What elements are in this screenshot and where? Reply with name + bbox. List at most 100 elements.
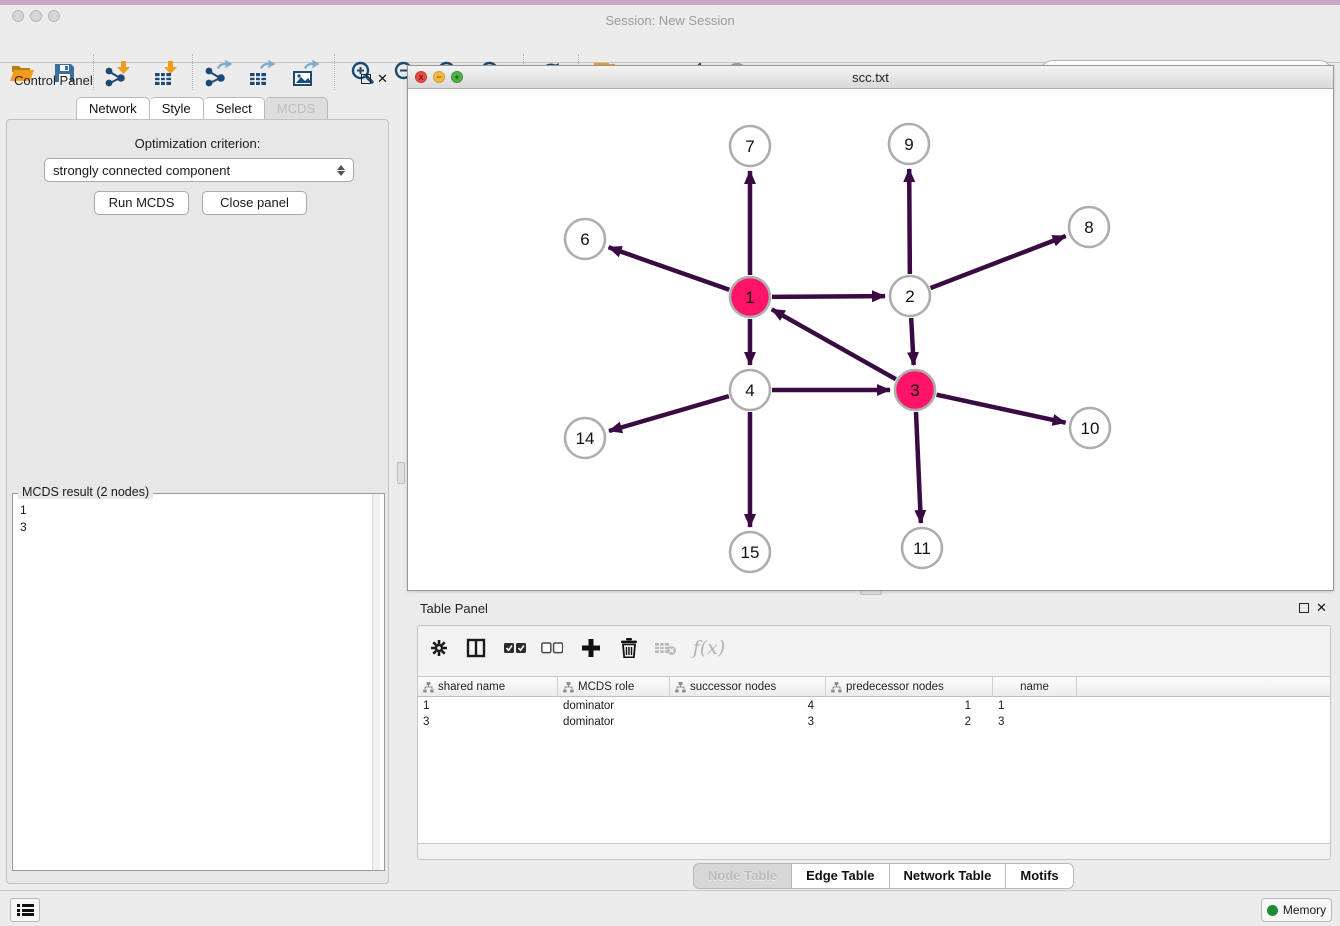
float-panel-icon[interactable] <box>361 74 371 84</box>
graph-node-label-10: 10 <box>1081 419 1100 438</box>
tab-select[interactable]: Select <box>204 97 265 121</box>
table-panel-title: Table Panel <box>420 601 488 616</box>
graph-edge-3-10[interactable] <box>936 395 1065 423</box>
column-label: successor nodes <box>690 681 820 693</box>
tab-edge-table[interactable]: Edge Table <box>792 863 889 889</box>
node-table[interactable]: shared name MCDS role successor nodes prede… <box>418 676 1330 844</box>
mcds-result-box <box>12 493 385 871</box>
tab-mcds[interactable]: MCDS <box>265 97 328 121</box>
network-window-titlebar[interactable]: x − + scc.txt <box>408 66 1333 89</box>
cell-successor-nodes[interactable]: 4 <box>670 698 826 714</box>
column-label: MCDS role <box>578 681 664 693</box>
gear-glyph <box>429 638 449 658</box>
plus-glyph <box>582 639 600 657</box>
cell-name[interactable]: 3 <box>993 714 1077 730</box>
cell-predecessor-nodes[interactable]: 1 <box>826 698 993 714</box>
delete-table-glyph <box>655 640 677 656</box>
close-panel-button[interactable]: Close panel <box>202 191 307 215</box>
cell-successor-nodes[interactable]: 3 <box>670 714 826 730</box>
delete-table-icon[interactable] <box>651 632 681 664</box>
settings-icon[interactable] <box>424 632 454 664</box>
hierarchy-icon <box>563 682 574 693</box>
tab-node-table[interactable]: Node Table <box>693 863 792 889</box>
mcds-result-title: MCDS result (2 nodes) <box>18 485 153 499</box>
select-arrows-icon <box>337 165 345 176</box>
table-float-icon[interactable] <box>1299 603 1309 613</box>
select-all-columns-icon[interactable] <box>500 632 530 664</box>
trash-glyph <box>620 638 638 658</box>
graph-node-label-14: 14 <box>576 429 595 448</box>
column-header-mcds-role[interactable]: MCDS role <box>558 677 670 697</box>
node-table-container: f(x) shared name MCDS role successor nodes… <box>417 625 1331 860</box>
table-close-icon[interactable]: ✕ <box>1316 603 1327 613</box>
graph-node-label-1: 1 <box>745 288 754 307</box>
columns-glyph <box>466 638 486 658</box>
memory-button[interactable]: Memory <box>1261 898 1332 922</box>
cell-mcds-role[interactable]: dominator <box>558 698 670 714</box>
network-window-title: scc.txt <box>408 70 1333 85</box>
graph-edge-2-8[interactable] <box>931 236 1066 288</box>
network-view-window: x − + scc.txt 7968124314101511 <box>407 65 1334 591</box>
column-label: predecessor nodes <box>846 681 987 693</box>
cell-shared-name[interactable]: 3 <box>418 714 558 730</box>
column-header-name[interactable]: name <box>993 677 1077 697</box>
graph-edge-1-2[interactable] <box>772 296 885 297</box>
cell-predecessor-nodes[interactable]: 2 <box>826 714 993 730</box>
unchecked-boxes-glyph <box>541 642 563 654</box>
graph-node-label-15: 15 <box>741 543 760 562</box>
add-row-icon[interactable] <box>576 632 606 664</box>
node-table-header: shared name MCDS role successor nodes prede… <box>418 677 1330 697</box>
graph-edge-4-14[interactable] <box>609 396 729 431</box>
graph-node-label-11: 11 <box>913 539 931 558</box>
mcds-result-text: 1 3 <box>20 502 27 536</box>
graph-node-label-8: 8 <box>1084 218 1093 237</box>
control-panel: Control Panel ✕ NetworkStyleSelectMCDS O… <box>0 65 395 888</box>
graph-node-label-9: 9 <box>904 135 913 154</box>
cell-shared-name[interactable]: 1 <box>418 698 558 714</box>
fx-glyph: f(x) <box>693 637 726 659</box>
tab-style[interactable]: Style <box>150 97 204 121</box>
app-titlebar: Session: New Session <box>0 5 1340 28</box>
graph-node-label-6: 6 <box>580 230 589 249</box>
control-panel-tabs: NetworkStyleSelectMCDS <box>76 97 328 121</box>
graph-edge-2-9[interactable] <box>909 169 910 274</box>
criterion-select-value: strongly connected component <box>53 163 230 178</box>
graph-edge-3-11[interactable] <box>916 412 921 523</box>
delete-row-icon[interactable] <box>614 632 644 664</box>
show-columns-icon[interactable] <box>461 632 491 664</box>
cell-name[interactable]: 1 <box>993 698 1077 714</box>
table-row[interactable]: 1dominator411 <box>418 698 1330 714</box>
column-header-predecessor-nodes[interactable]: predecessor nodes <box>826 677 993 697</box>
hierarchy-icon <box>675 682 686 693</box>
control-panel-title: Control Panel <box>14 73 93 88</box>
list-icon <box>17 903 34 918</box>
tab-motifs[interactable]: Motifs <box>1006 863 1073 889</box>
graph-node-label-2: 2 <box>905 287 914 306</box>
tab-network[interactable]: Network <box>76 97 150 121</box>
table-panel: Table Panel ✕ <box>407 595 1334 860</box>
tab-network-table[interactable]: Network Table <box>890 863 1007 889</box>
column-header-successor-nodes[interactable]: successor nodes <box>670 677 826 697</box>
vertical-splitter-handle[interactable] <box>397 462 405 484</box>
run-mcds-button[interactable]: Run MCDS <box>94 191 189 215</box>
memory-status-icon <box>1267 905 1278 916</box>
result-scrollbar[interactable] <box>372 494 380 870</box>
main-toolbar <box>0 28 1340 63</box>
function-builder-icon[interactable]: f(x) <box>690 632 728 664</box>
deselect-all-columns-icon[interactable] <box>537 632 567 664</box>
graph-edge-1-6[interactable] <box>609 247 730 289</box>
network-canvas[interactable]: 7968124314101511 <box>408 89 1333 590</box>
graph-edge-2-3[interactable] <box>911 318 914 365</box>
graph-node-label-4: 4 <box>745 381 754 400</box>
hierarchy-icon <box>423 682 434 693</box>
graph-node-label-3: 3 <box>910 381 919 400</box>
graph-edge-3-1[interactable] <box>772 309 896 379</box>
app-title: Session: New Session <box>0 13 1340 28</box>
task-history-button[interactable] <box>10 898 40 922</box>
cell-mcds-role[interactable]: dominator <box>558 714 670 730</box>
table-row[interactable]: 3dominator323 <box>418 714 1330 730</box>
close-panel-icon[interactable]: ✕ <box>377 74 388 84</box>
hierarchy-icon <box>831 682 842 693</box>
column-header-shared-name[interactable]: shared name <box>418 677 558 697</box>
criterion-select[interactable]: strongly connected component <box>44 158 354 182</box>
